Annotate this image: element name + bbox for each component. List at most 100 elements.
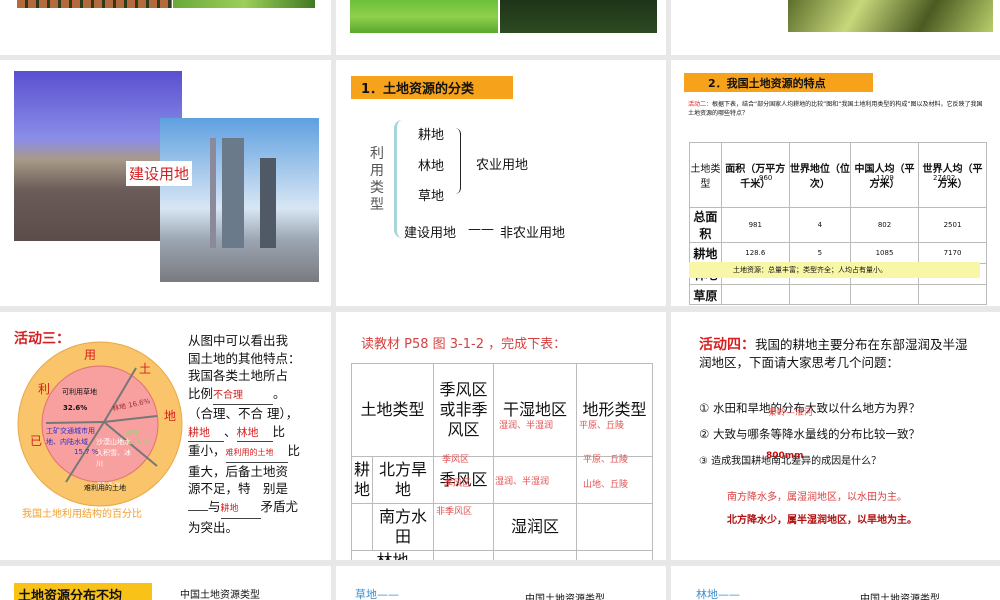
slide-title: 读教材 P58 图 3-1-2 ，完成下表： <box>361 337 567 352</box>
header-cell: 地形类型 <box>576 363 653 457</box>
answer-1: 秦岭—淮河 <box>768 408 814 418</box>
item-farmland: 耕地 <box>418 128 445 143</box>
slide-header: 2．我国土地资源的特点 <box>684 73 873 92</box>
text-line: 与 <box>208 498 221 514</box>
forest-photo <box>788 0 993 32</box>
table-row: 林地 <box>351 550 653 560</box>
row-group: 耕地 <box>351 456 373 504</box>
slide-header: 土地资源分布不均 <box>14 583 152 600</box>
slide-header: 1．土地资源的分类 <box>351 76 513 99</box>
cell: 4 <box>788 207 852 243</box>
table-row: 草原 <box>689 284 988 305</box>
pie-value-industrial: 15.7 % <box>74 448 99 456</box>
usage-type-label: 利用类型 <box>370 146 384 213</box>
slide-thumbnail-12[interactable]: 林地—— 中国土地资源类型 <box>671 566 1000 600</box>
row-label: 草原 <box>689 284 722 305</box>
cell: 2501 <box>917 207 988 243</box>
forest-label: 林地 <box>111 402 127 413</box>
cell: 128.6 <box>720 242 790 264</box>
slide-title: 中国土地资源类型 <box>525 594 605 600</box>
text-line: 比 <box>272 423 286 439</box>
text-line: 从图中可以看出我 <box>188 333 289 348</box>
slide-thumbnail-6[interactable]: 2．我国土地资源的特点 活动二：根据下表，结合“部分国家人均耕地的比较”图和“我… <box>671 60 1000 306</box>
text-line: 、 <box>224 423 237 439</box>
answer-south: 南方降水多，属湿润地区，以水田为主。 <box>727 492 907 503</box>
answer-text: 平原、丘陵 <box>583 455 629 465</box>
header-cell: 季风区或非季风区 <box>433 363 494 457</box>
left-brace <box>394 120 403 238</box>
text-line: 为突出。 <box>188 520 239 535</box>
answer-blank: 耕地 <box>220 501 261 519</box>
grassland-label: 草地—— <box>355 588 399 600</box>
slide-thumbnail-9[interactable]: 活动四：我国的耕地主要分布在东部湿润及半湿润地区，下面请大家思考几个问题： ① … <box>671 312 1000 560</box>
grassland-photo <box>350 0 498 33</box>
ring-label: 地 <box>164 409 177 423</box>
slide-thumbnail-7[interactable]: 活动三： 利 用 土 地 已 可利用草地 32.6% 林地 16.6% 耕地 1… <box>0 312 331 560</box>
slide-thumbnail-2[interactable] <box>336 0 666 55</box>
forest-label: 林地—— <box>696 588 740 600</box>
header-cell: 土地类型 <box>689 142 722 208</box>
text-line: 国土地的其他特点： <box>188 350 301 366</box>
construction-land-label: 建设用地 <box>126 161 193 186</box>
cell: 1085 <box>850 242 919 264</box>
skyline-photo <box>160 118 319 282</box>
cell: 7170 <box>917 242 988 264</box>
answer-text: 平原、丘陵 <box>579 421 625 431</box>
slide-thumbnail-4[interactable]: 建设用地 <box>0 60 331 306</box>
cell: 802 <box>850 207 919 243</box>
hard-to-use-label: 难利用的土地 <box>84 484 126 492</box>
table-row: 耕地 128.6 5 1085 7170 <box>689 242 988 264</box>
pie-label-industrial: 工矿交通城市用地、内陆水域 <box>46 427 95 446</box>
agricultural-land: 农业用地 <box>476 158 529 173</box>
answer-text: 非季风区 <box>436 507 473 517</box>
slide-thumbnail-5[interactable]: 1．土地资源的分类 利用类型 耕地 林地 草地 农业用地 建设用地 —— 非农业… <box>336 60 666 306</box>
item-forest: 林地 <box>418 159 445 174</box>
row-label: 林地 <box>351 550 434 560</box>
text-line: 矛盾尤 <box>260 498 299 514</box>
row-label: 总面积 <box>689 207 722 243</box>
activity-question: 根据下表，结合“部分国家人均耕地的比较”图和“我国土地利用类型的构成”图以及材料… <box>688 101 983 117</box>
answer-blank: 林地 <box>236 424 273 442</box>
answer-text: 山地、丘陵 <box>583 480 629 490</box>
row-label: 北方旱地 <box>372 456 434 504</box>
item-grassland: 草地 <box>418 189 445 204</box>
farmland-photo <box>17 0 172 8</box>
slide-title: 中国土地资源类型 <box>860 594 940 600</box>
text-line: （合理、不合 理）， <box>188 406 299 421</box>
text-line: 重大，后备土地资 <box>188 463 289 479</box>
overlap-area-960: 960 <box>759 174 773 182</box>
pie-value-grassland: 32.6% <box>63 404 88 412</box>
pie-divider <box>45 421 105 424</box>
slide-thumbnail-1[interactable] <box>0 0 331 55</box>
pie-label-desert: 沙漠山地水久积雪、冰川 <box>96 438 131 468</box>
text-line: 我国各类土地所占 <box>188 368 289 383</box>
dash: —— <box>468 222 494 237</box>
text-line: 比例 <box>188 385 214 401</box>
right-brace <box>454 128 461 194</box>
slide-thumbnail-8[interactable]: 读教材 P58 图 3-1-2 ，完成下表： 土地类型 季风区或非季风区 干湿地… <box>336 312 666 560</box>
slide-thumbnail-11[interactable]: 草地—— 中国土地资源类型 <box>336 566 666 600</box>
analysis-text: 从图中可以看出我 国土地的其他特点： 我国各类土地所占 比例不合理。 （合理、不合 理）… <box>188 332 323 537</box>
cell: 5 <box>788 242 852 264</box>
header-cell: 面积（万平方千米） <box>720 142 790 208</box>
header-cell: 干湿地区 <box>493 363 577 457</box>
text-line: 比 <box>287 443 301 458</box>
overlap-china-avg: 1109 <box>876 174 894 182</box>
row-label: 耕地 <box>689 242 722 264</box>
slide-thumbnail-3[interactable] <box>671 0 1000 55</box>
table-row: 南方水田 湿润区 <box>351 503 653 551</box>
answer-north: 北方降水少，属半湿润地区，以旱地为主。 <box>727 515 917 526</box>
header-cell: 世界地位（位次） <box>788 142 852 208</box>
ring-label: 已 <box>30 434 43 448</box>
answer-blank: 耕地 <box>188 424 224 442</box>
answer-text: 季风区 <box>444 479 472 489</box>
slide-thumbnail-10[interactable]: 土地资源分布不均 中国土地资源类型 <box>0 566 331 600</box>
pasture-photo <box>500 0 657 33</box>
activity-text: 活动二：根据下表，结合“部分国家人均耕地的比较”图和“我国土地利用类型的构成”图… <box>688 100 988 118</box>
summary-banner: 土地资源：总量丰富；类型齐全；人均占有量小。 <box>689 262 980 278</box>
text-line: 。 <box>273 385 286 401</box>
answer-blank <box>188 509 208 511</box>
highway-photo <box>14 71 182 241</box>
activity-intro: 活动四：我国的耕地主要分布在东部湿润及半湿润地区，下面请大家思考几个问题： <box>699 336 974 372</box>
question-2: ② 大致与哪条等降水量线的分布比较一致？ <box>699 427 920 441</box>
